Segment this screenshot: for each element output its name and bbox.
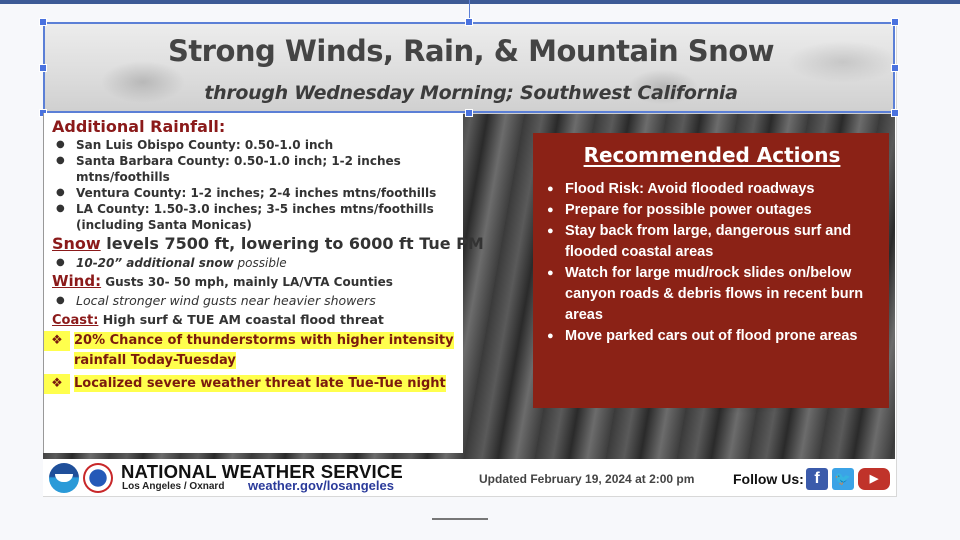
selected-title-textbox[interactable]: Strong Winds, Rain, & Mountain Snow thro… [43,22,895,113]
slide-graphic: Strong Winds, Rain, & Mountain Snow thro… [39,18,899,497]
follow-us-label: Follow Us: [733,471,804,487]
rainfall-item: San Luis Obispo County: 0.50-1.0 inch [52,137,457,153]
wind-line: Wind: Gusts 30- 50 mph, mainly LA/VTA Co… [52,271,457,292]
action-item: Stay back from large, dangerous surf and… [547,221,877,263]
graphic-footer: NATIONAL WEATHER SERVICE Los Angeles / O… [43,459,895,496]
highlight-text: 20% Chance of thunderstorms with higher … [74,332,454,369]
recommended-actions-panel: Recommended Actions Flood Risk: Avoid fl… [533,133,889,408]
coast-label: Coast: [52,313,99,328]
snow-bullet-rest: possible [233,256,287,270]
youtube-icon[interactable]: ▶ [858,468,890,490]
snow-bullet-bold: 10-20” additional snow [76,256,234,270]
action-item: Watch for large mud/rock slides on/below… [547,263,877,326]
coast-text: High surf & TUE AM coastal flood threat [98,312,384,327]
resize-handle-top-right[interactable] [891,18,899,26]
facebook-icon[interactable]: f [806,468,828,490]
highlight-item: ❖ Localized severe weather threat late Tu… [44,374,457,394]
resize-handle-left[interactable] [39,64,47,72]
snow-line: Snow levels 7500 ft, lowering to 6000 ft… [52,233,484,255]
actions-heading: Recommended Actions [583,143,841,167]
action-item: Prepare for possible power outages [547,200,877,221]
snow-text: levels 7500 ft, lowering to 6000 ft Tue … [100,234,484,253]
diamond-bullet-icon: ❖ [44,331,70,351]
website-link[interactable]: weather.gov/losangeles [248,478,394,493]
forecast-details-panel: Additional Rainfall: San Luis Obispo Cou… [43,113,484,453]
action-item: Move parked cars out of flood prone area… [547,326,877,347]
wind-text: Gusts 30- 50 mph, mainly LA/VTA Counties [101,275,393,289]
top-toolbar-edge [0,0,960,4]
graphic-subtitle: through Wednesday Morning; Southwest Cal… [204,82,738,104]
resize-handle-top[interactable] [465,18,473,26]
highlight-item: ❖ 20% Chance of thunderstorms with higher… [44,331,457,371]
resize-handle-bottom[interactable] [465,109,473,117]
snow-bullet: 10-20” additional snow possible [52,255,457,271]
highlight-text: Localized severe weather threat late Tue… [74,375,446,392]
resize-handle-right[interactable] [891,64,899,72]
wind-bullet: Local stronger wind gusts near heavier s… [52,292,457,310]
rainfall-item: LA County: 1.50-3.0 inches; 3-5 inches m… [52,201,457,233]
wind-label: Wind: [52,272,102,290]
resize-handle-bottom-right[interactable] [891,109,899,117]
rainfall-item: Ventura County: 1-2 inches; 2-4 inches m… [52,185,457,201]
scroll-indicator[interactable] [432,518,488,520]
office-name: Los Angeles / Oxnard [122,481,225,492]
rainfall-item: Santa Barbara County: 0.50-1.0 inch; 1-2… [52,153,457,185]
noaa-logo-icon [49,463,79,493]
updated-timestamp: Updated February 19, 2024 at 2:00 pm [479,472,695,486]
diamond-bullet-icon: ❖ [44,374,70,394]
rainfall-heading: Additional Rainfall: [52,117,226,136]
action-item: Flood Risk: Avoid flooded roadways [547,179,877,200]
snow-label: Snow [52,234,101,253]
resize-handle-top-left[interactable] [39,18,47,26]
nws-logo-icon [83,463,113,493]
twitter-icon[interactable]: 🐦 [832,468,854,490]
graphic-title: Strong Winds, Rain, & Mountain Snow [167,34,775,68]
coast-line: Coast: High surf & TUE AM coastal flood … [52,310,457,331]
